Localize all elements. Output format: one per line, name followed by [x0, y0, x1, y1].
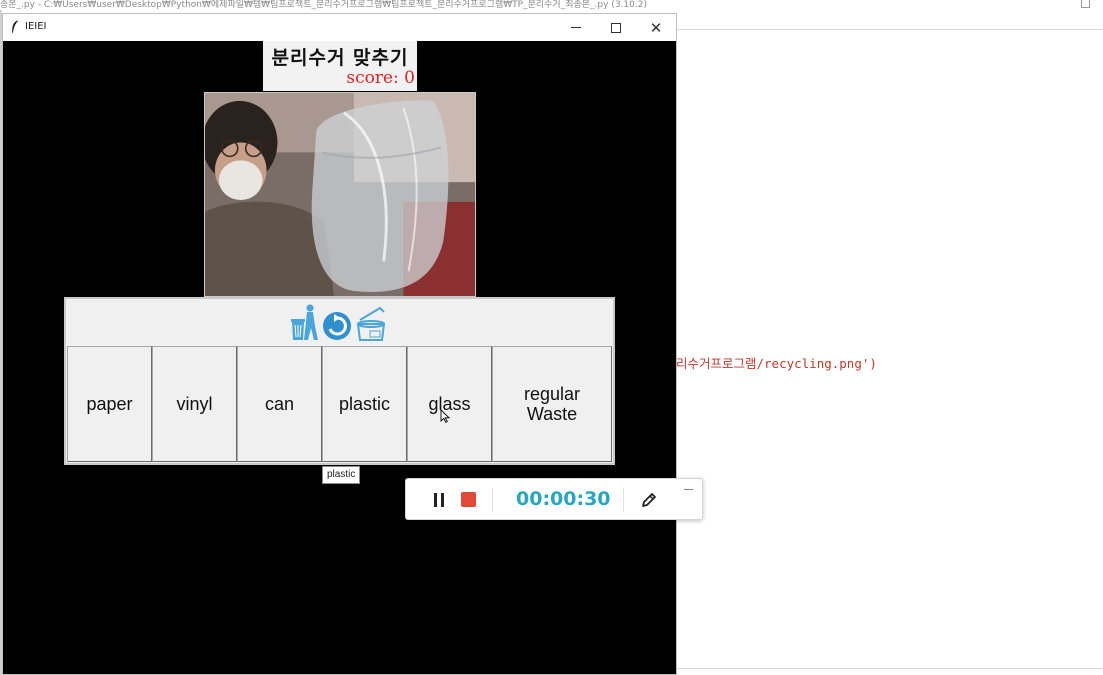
screen-recorder-toolbar: 00:00:30 — [405, 478, 703, 520]
title-box: 분리수거 맞추기 score: 0 — [263, 41, 417, 91]
close-button[interactable]: ✕ — [636, 14, 676, 41]
minimize-icon — [684, 489, 693, 490]
can-button-label: can — [264, 394, 295, 414]
score-display: score: 0 — [346, 68, 415, 88]
game-title: 분리수거 맞추기 — [271, 47, 409, 69]
pause-icon — [434, 493, 437, 507]
score-label: score: — [346, 68, 399, 88]
recorder-separator — [623, 488, 624, 512]
pause-button[interactable] — [432, 492, 446, 508]
background-code-editor[interactable] — [676, 10, 1103, 675]
mouse-cursor-icon — [440, 409, 450, 423]
plastic-bottle — [311, 100, 449, 292]
editor-divider — [676, 29, 1103, 30]
pen-icon[interactable] — [639, 490, 659, 510]
editor-bottom-border — [676, 668, 1103, 669]
window-title: IEIEI — [25, 21, 47, 32]
game-canvas: 분리수거 맞추기 score: 0 paper vinyl can plasti… — [3, 41, 676, 674]
score-value: 0 — [404, 68, 415, 88]
category-panel: paper vinyl can plastic glass regular Wa… — [64, 297, 615, 465]
face-mask — [218, 160, 263, 200]
camera-feed — [204, 92, 476, 297]
background-maximize-icon[interactable] — [1081, 0, 1090, 8]
background-window-title: 종본_.py - C:₩Users₩user₩Desktop₩Python₩에제… — [0, 0, 647, 10]
feather-icon — [12, 20, 18, 33]
paper-button[interactable]: paper — [67, 346, 152, 462]
recycle-arrow-icon — [323, 312, 351, 340]
plastic-button[interactable]: plastic — [322, 346, 407, 462]
game-window: IEIEI ✕ 분리수거 맞추기 score: 0 paper vinyl ca… — [2, 13, 677, 675]
game-window-titlebar[interactable]: IEIEI ✕ — [3, 14, 676, 41]
maximize-icon — [611, 22, 621, 33]
recording-timer: 00:00:30 — [516, 488, 611, 510]
close-icon: ✕ — [649, 18, 663, 37]
tooltip: plastic — [322, 466, 361, 484]
minimize-button[interactable] — [556, 14, 596, 41]
recorder-minimize-button[interactable] — [684, 483, 694, 493]
vinyl-button-label: vinyl — [176, 394, 213, 414]
glass-button[interactable]: glass — [407, 346, 492, 462]
regular-waste-button-label: regular Waste — [523, 384, 581, 424]
recycle-bin-person-icon — [291, 304, 318, 340]
editor-code-line: 리수거프로그램/recycling.png') — [676, 356, 877, 371]
open-can-icon — [356, 306, 386, 341]
vinyl-button[interactable]: vinyl — [152, 346, 237, 462]
can-button[interactable]: can — [237, 346, 322, 462]
recycling-icon-banner — [291, 304, 386, 341]
category-button-row: paper vinyl can plastic glass regular Wa… — [67, 346, 612, 462]
regular-waste-button[interactable]: regular Waste — [492, 346, 612, 462]
maximize-button[interactable] — [596, 14, 636, 41]
plastic-button-label: plastic — [338, 394, 391, 414]
recorder-separator — [492, 488, 493, 512]
background-window-titlebar: 종본_.py - C:₩Users₩user₩Desktop₩Python₩에제… — [0, 0, 1103, 10]
minimize-icon — [571, 27, 581, 28]
stop-record-button[interactable] — [461, 492, 476, 507]
paper-button-label: paper — [86, 394, 133, 414]
